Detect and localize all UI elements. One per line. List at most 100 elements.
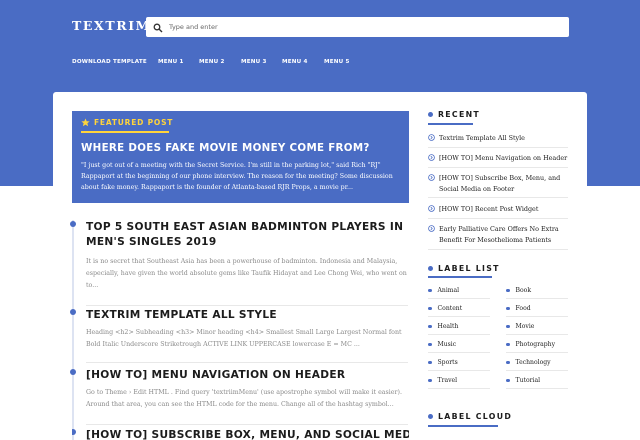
label-list-heading-label: LABEL LIST bbox=[438, 264, 500, 273]
nav-menu-4[interactable]: MENU 4 bbox=[282, 59, 308, 65]
label-link[interactable]: Animal bbox=[428, 287, 490, 294]
featured-post[interactable]: FEATURED POST WHERE DOES FAKE MOVIE MONE… bbox=[72, 111, 409, 203]
label-text: Music bbox=[437, 341, 457, 348]
label-text: Book bbox=[515, 287, 532, 294]
nav-menu-2[interactable]: MENU 2 bbox=[199, 59, 225, 65]
featured-badge: FEATURED POST bbox=[81, 118, 173, 127]
label-link[interactable]: Content bbox=[428, 305, 490, 312]
label-link[interactable]: Music bbox=[428, 341, 490, 348]
label-dot bbox=[428, 306, 432, 311]
recent-heading: RECENT bbox=[428, 110, 480, 119]
heading-dot bbox=[428, 112, 433, 117]
post-title[interactable]: TOP 5 SOUTH EAST ASIAN BADMINTON PLAYERS… bbox=[86, 220, 408, 250]
arrow-circle-icon bbox=[428, 205, 435, 212]
label-link[interactable]: Food bbox=[506, 305, 568, 312]
label-divider bbox=[506, 316, 568, 317]
site-logo[interactable]: TEXTRIM bbox=[72, 18, 151, 33]
nav-download-template[interactable]: DOWNLOAD TEMPLATE bbox=[72, 59, 147, 65]
label-dot bbox=[428, 288, 432, 293]
post-divider bbox=[86, 305, 408, 306]
search-input[interactable]: Type and enter bbox=[146, 17, 569, 37]
recent-divider bbox=[428, 147, 568, 148]
arrow-circle-icon bbox=[428, 134, 435, 141]
search-placeholder: Type and enter bbox=[169, 23, 218, 31]
post-timeline-bar bbox=[72, 308, 74, 368]
post-title[interactable]: [HOW TO] SUBSCRIBE BOX, MENU, AND SOCIAL… bbox=[86, 428, 409, 440]
label-divider bbox=[506, 352, 568, 353]
label-divider bbox=[506, 334, 568, 335]
post-bullet bbox=[70, 221, 76, 227]
label-dot bbox=[506, 342, 510, 347]
recent-divider bbox=[428, 218, 568, 219]
post-item: [HOW TO] SUBSCRIBE BOX, MENU, AND SOCIAL… bbox=[72, 428, 409, 440]
recent-post-label: [HOW TO] Menu Navigation on Header bbox=[439, 154, 568, 162]
label-text: Tutorial bbox=[515, 377, 541, 384]
label-dot bbox=[428, 324, 432, 329]
arrow-circle-icon bbox=[428, 154, 435, 161]
label-dot bbox=[506, 378, 510, 383]
label-link[interactable]: Book bbox=[506, 287, 568, 294]
label-text: Travel bbox=[437, 377, 458, 384]
post-excerpt: It is no secret that Southeast Asia has … bbox=[86, 258, 407, 289]
label-dot bbox=[506, 306, 510, 311]
recent-post-link[interactable]: [HOW TO] Recent Post Widget bbox=[428, 204, 568, 215]
label-link[interactable]: Travel bbox=[428, 377, 490, 384]
heading-dot bbox=[428, 266, 433, 271]
label-divider bbox=[506, 370, 568, 371]
post-item: TOP 5 SOUTH EAST ASIAN BADMINTON PLAYERS… bbox=[70, 220, 409, 308]
label-dot bbox=[428, 342, 432, 347]
label-link[interactable]: Tutorial bbox=[506, 377, 568, 384]
label-divider bbox=[428, 352, 490, 353]
featured-title[interactable]: WHERE DOES FAKE MOVIE MONEY COME FROM? bbox=[81, 142, 401, 154]
label-dot bbox=[428, 360, 432, 365]
post-divider bbox=[86, 362, 408, 363]
label-text: Content bbox=[437, 305, 463, 312]
post-timeline-bar bbox=[72, 368, 74, 428]
label-link[interactable]: Sports bbox=[428, 359, 490, 366]
label-divider bbox=[428, 334, 490, 335]
recent-post-link[interactable]: Early Palliative Care Offers No Extra Be… bbox=[428, 224, 568, 245]
recent-divider bbox=[428, 197, 568, 198]
label-link[interactable]: Technology bbox=[506, 359, 568, 366]
label-dot bbox=[428, 378, 432, 383]
recent-post-label: Textrim Template All Style bbox=[439, 134, 525, 142]
label-link[interactable]: Photography bbox=[506, 341, 568, 348]
label-divider bbox=[506, 298, 568, 299]
label-divider bbox=[428, 316, 490, 317]
label-divider bbox=[428, 298, 490, 299]
label-dot bbox=[506, 324, 510, 329]
nav-menu-3[interactable]: MENU 3 bbox=[241, 59, 267, 65]
post-title[interactable]: [HOW TO] MENU NAVIGATION ON HEADER bbox=[86, 368, 408, 383]
post-bullet bbox=[70, 309, 76, 315]
recent-heading-underline bbox=[428, 123, 473, 125]
label-text: Animal bbox=[437, 287, 460, 294]
post-divider bbox=[86, 424, 408, 425]
arrow-circle-icon bbox=[428, 225, 435, 232]
arrow-circle-icon bbox=[428, 174, 435, 181]
recent-post-link[interactable]: Textrim Template All Style bbox=[428, 133, 568, 144]
post-bullet bbox=[70, 369, 76, 375]
post-excerpt: Heading <h2> Subheading <h3> Minor headi… bbox=[86, 329, 402, 348]
star-icon bbox=[81, 118, 90, 127]
featured-underline bbox=[81, 131, 169, 133]
search-icon bbox=[153, 18, 163, 37]
label-text: Photography bbox=[515, 341, 556, 348]
label-link[interactable]: Health bbox=[428, 323, 490, 330]
recent-heading-label: RECENT bbox=[438, 110, 481, 119]
recent-post-link[interactable]: [HOW TO] Menu Navigation on Header bbox=[428, 153, 568, 164]
nav-menu-1[interactable]: MENU 1 bbox=[158, 59, 184, 65]
recent-post-label: [HOW TO] Subscribe Box, Menu, and Social… bbox=[439, 174, 561, 193]
label-link[interactable]: Movie bbox=[506, 323, 568, 330]
label-divider bbox=[428, 370, 490, 371]
label-cloud-heading-label: LABEL CLOUD bbox=[438, 412, 513, 421]
post-excerpt: Go to Theme › Edit HTML . Find query 'te… bbox=[86, 389, 402, 408]
label-text: Movie bbox=[515, 323, 535, 330]
recent-divider bbox=[428, 249, 568, 250]
recent-divider bbox=[428, 167, 568, 168]
nav-menu-5[interactable]: MENU 5 bbox=[324, 59, 350, 65]
post-title[interactable]: TEXTRIM TEMPLATE ALL STYLE bbox=[86, 308, 408, 323]
label-cloud-heading-underline bbox=[428, 425, 498, 427]
label-dot bbox=[506, 288, 510, 293]
post-item: [HOW TO] MENU NAVIGATION ON HEADER Go to… bbox=[70, 368, 409, 428]
recent-post-link[interactable]: [HOW TO] Subscribe Box, Menu, and Social… bbox=[428, 173, 568, 194]
